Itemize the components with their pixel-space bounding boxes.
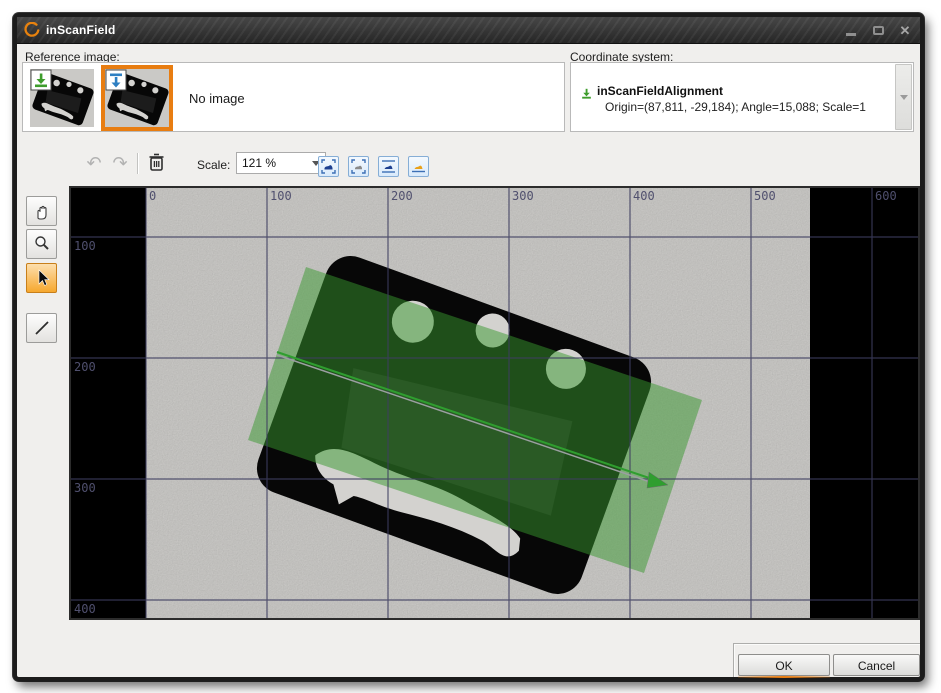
scale-value[interactable]: 121 % — [237, 156, 312, 170]
toolbar-separator — [137, 153, 138, 174]
zoom-fit-icon[interactable] — [318, 156, 339, 177]
select-tool[interactable] — [26, 263, 57, 293]
coordinate-system-box: inScanFieldAlignment Origin=(87,811, -29… — [570, 62, 914, 132]
zoom-selection-icon[interactable] — [408, 156, 429, 177]
image-viewport[interactable]: 0 100 200 300 400 500 600 100 200 300 40… — [69, 186, 920, 620]
zoom-width-icon[interactable] — [378, 156, 399, 177]
scan-scene — [71, 188, 918, 618]
line-icon — [32, 318, 52, 338]
magnifier-icon — [32, 234, 52, 254]
undo-icon[interactable]: ↶ — [83, 152, 105, 174]
reference-thumbnail-2[interactable] — [101, 65, 173, 131]
cursor-arrow-icon — [32, 268, 52, 288]
pan-tool[interactable] — [26, 196, 57, 226]
scale-combobox[interactable]: 121 % — [236, 152, 326, 174]
reference-image-box: No image — [22, 62, 565, 132]
redo-icon[interactable]: ↷ — [109, 152, 131, 174]
cancel-button[interactable]: Cancel — [833, 654, 920, 676]
window-title: inScanField — [46, 23, 116, 37]
line-tool[interactable] — [26, 313, 57, 343]
import-down-green-icon — [31, 70, 51, 90]
minimize-button[interactable] — [844, 24, 858, 38]
title-bar[interactable]: inScanField ✕ — [17, 17, 920, 44]
coordinate-item-details: Origin=(87,811, -29,184); Angle=15,088; … — [605, 100, 866, 114]
inscanfield-dialog: inScanField ✕ Reference image: — [13, 13, 924, 681]
chevron-down-icon[interactable] — [900, 95, 908, 100]
insert-down-blue-icon — [106, 70, 126, 90]
scale-label: Scale: — [197, 158, 230, 172]
app-gauge-icon — [24, 22, 40, 38]
hand-icon — [32, 201, 52, 221]
zoom-tool[interactable] — [26, 229, 57, 259]
ok-button[interactable]: OK — [738, 654, 830, 676]
import-down-green-icon — [580, 87, 593, 100]
no-image-text: No image — [189, 91, 245, 106]
zoom-actual-icon[interactable] — [348, 156, 369, 177]
maximize-button[interactable] — [871, 24, 885, 38]
trash-icon[interactable] — [145, 151, 167, 173]
coordinate-scrollbar[interactable] — [895, 64, 912, 130]
coordinate-item-name[interactable]: inScanFieldAlignment — [597, 84, 723, 98]
reference-thumbnail-1[interactable] — [30, 69, 94, 127]
close-button[interactable]: ✕ — [898, 24, 912, 38]
